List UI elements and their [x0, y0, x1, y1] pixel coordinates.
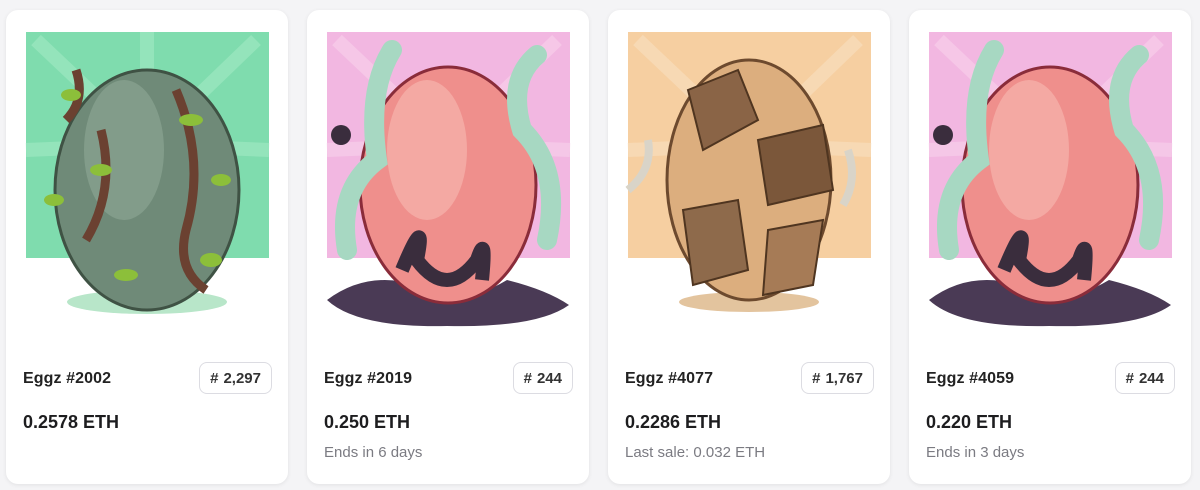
green-vine-egg-image[interactable] — [6, 10, 288, 340]
nft-price: 0.2578 ETH — [23, 412, 120, 432]
hash-icon: # — [523, 369, 532, 387]
hash-icon: # — [210, 369, 219, 387]
rarity-rank-badge[interactable]: # 2,297 — [199, 362, 272, 394]
rarity-rank-badge[interactable]: # 1,767 — [801, 362, 874, 394]
rarity-rank-value: 1,767 — [825, 369, 863, 387]
rarity-rank-badge[interactable]: # 244 — [512, 362, 573, 394]
nft-name: Eggz #4059 — [926, 370, 1015, 387]
nft-card[interactable]: Eggz #2019 # 244 0.250 ETH Ends in 6 day… — [307, 10, 589, 484]
nft-card[interactable]: Eggz #2002 # 2,297 0.2578 ETH — [6, 10, 288, 484]
nft-sale-info: Last sale: 0.032 ETH — [625, 444, 766, 461]
nft-card[interactable]: Eggz #4077 # 1,767 0.2286 ETH Last sale:… — [608, 10, 890, 484]
nft-name: Eggz #4077 — [625, 370, 714, 387]
nft-price: 0.2286 ETH — [625, 412, 722, 432]
nft-sale-info: Ends in 3 days — [926, 444, 1025, 461]
rarity-rank-badge[interactable]: # 244 — [1114, 362, 1175, 394]
nft-name: Eggz #2019 — [324, 370, 413, 387]
pink-tentacle-egg-image[interactable] — [307, 10, 589, 340]
nft-price: 0.250 ETH — [324, 412, 411, 432]
hash-icon: # — [812, 369, 821, 387]
nft-name: Eggz #2002 — [23, 370, 112, 387]
rarity-rank-value: 2,297 — [223, 369, 261, 387]
nft-sale-info: Ends in 6 days — [324, 444, 423, 461]
pink-tentacle-egg-image[interactable] — [909, 10, 1191, 340]
rarity-rank-value: 244 — [1138, 369, 1164, 387]
nft-card[interactable]: Eggz #4059 # 244 0.220 ETH Ends in 3 day… — [909, 10, 1191, 484]
nft-price: 0.220 ETH — [926, 412, 1013, 432]
rock-egg-image[interactable] — [608, 10, 890, 340]
rarity-rank-value: 244 — [536, 369, 562, 387]
hash-icon: # — [1125, 369, 1134, 387]
